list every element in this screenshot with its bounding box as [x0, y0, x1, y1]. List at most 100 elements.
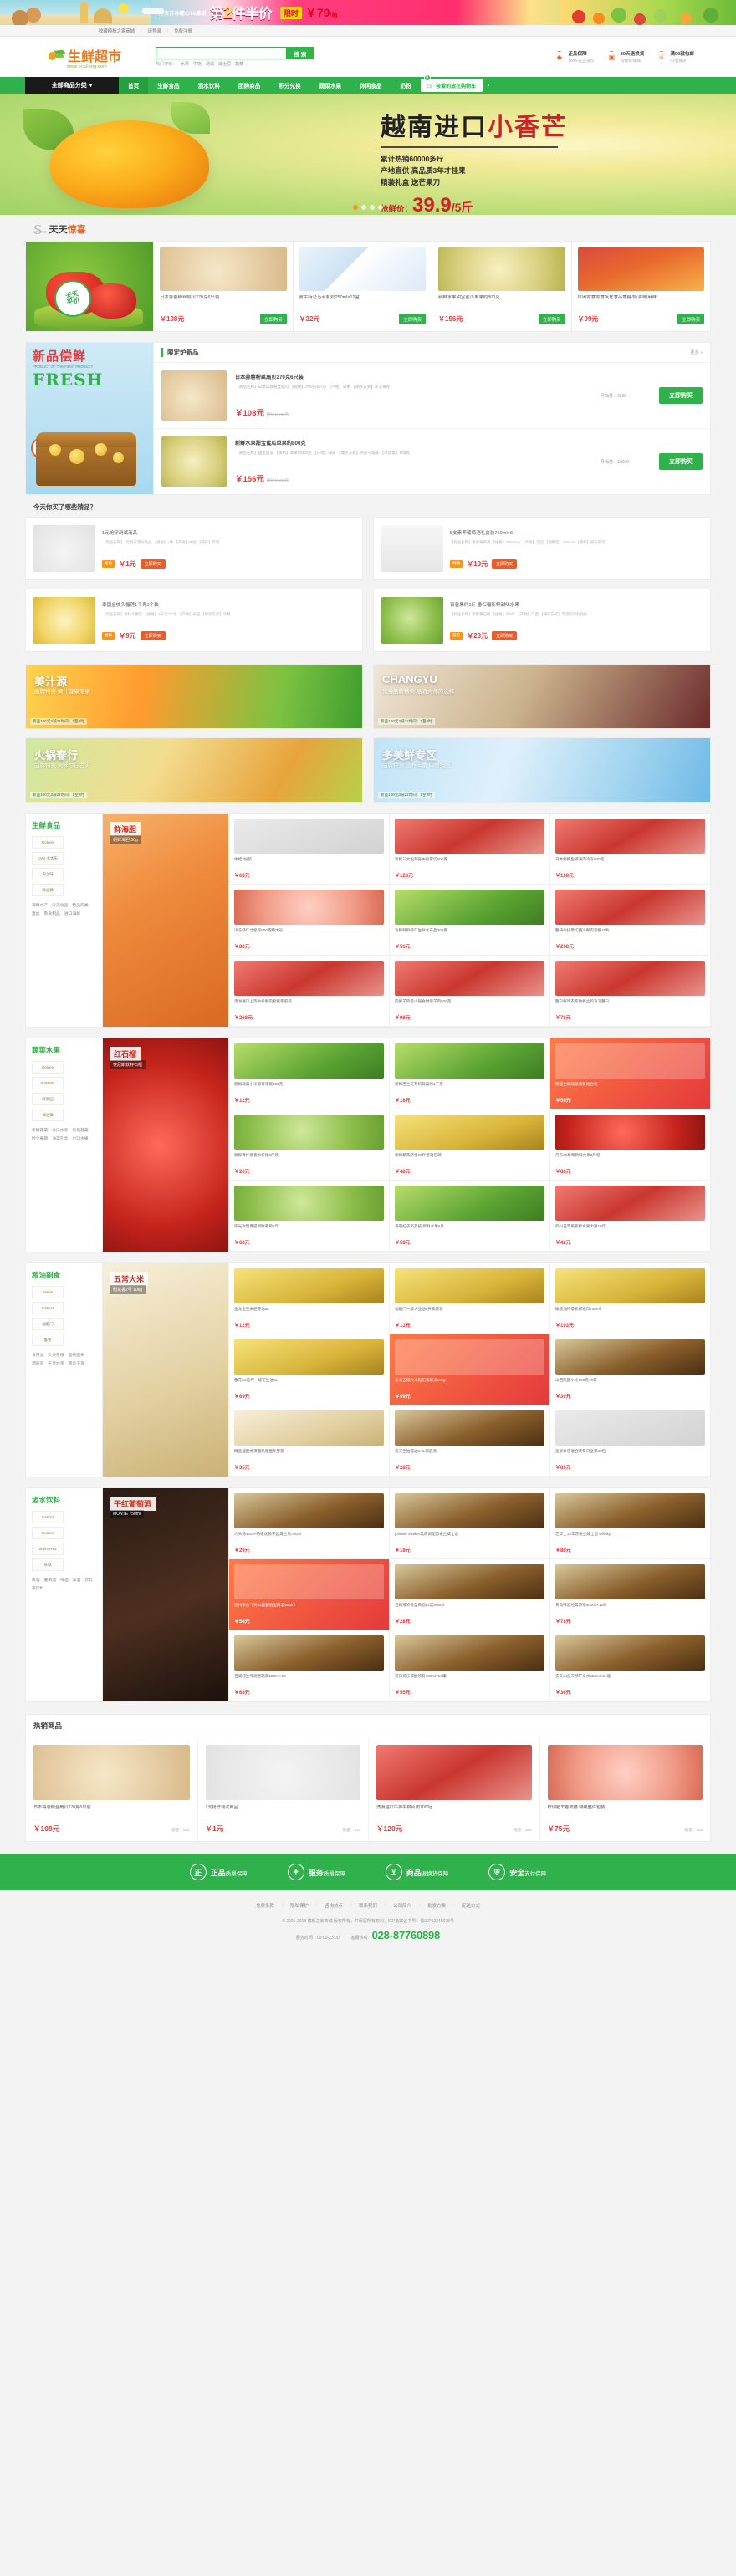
nav-item-vegetables-fruit[interactable]: 蔬菜水果 [310, 77, 350, 94]
category-product-cell[interactable]: 冷鲜鲜鲜虾仁生鲜水产品300克 ￥56元 [389, 885, 549, 956]
surprise-product-cell[interactable]: 日本蒜蓉粉丝扇贝270克6只装 ￥108元 立即购买 [153, 242, 293, 331]
category-link[interactable]: 饮料 [84, 1577, 93, 1583]
brand-logo[interactable]: Instinct [32, 1511, 64, 1523]
category-product-cell[interactable]: 牛蛙2份装 ￥68元 [228, 814, 389, 885]
buy-now-button[interactable]: 立即购买 [538, 314, 565, 324]
new-product-row[interactable]: 新鲜水果甜宝蜜瓜单果约800克 【商品名称】甜宝蜜瓜 【规格】单果约800克 【… [154, 429, 710, 494]
ad-banner-wine[interactable]: CHANGYU 张裕品牌特卖 品酒大师的选择 新品180元3减22时间：1至9时 [373, 664, 711, 729]
category-product-cell[interactable]: 新鲜西兰花有机蔬菜约1千克 ￥18元 [389, 1038, 549, 1109]
ad-banner-dairy[interactable]: 多美鲜专区 品牌特卖 营养丰富 口感细腻 新品100元3减22时间：1至9时 [373, 737, 711, 803]
category-link[interactable]: 食用油 [32, 1352, 43, 1358]
brand-logo[interactable]: 长城 [32, 1558, 64, 1571]
footer-link-6[interactable]: 配送方式 [462, 1902, 480, 1909]
category-link[interactable]: 葡萄酒 [44, 1577, 56, 1583]
new-product-row[interactable]: 日本蒜蓉粉丝扇贝270克6只装 【商品名称】日本蒜蓉粉丝扇贝 【规格】270克/… [154, 363, 710, 429]
brand-logo[interactable]: Prairie [32, 1286, 64, 1298]
category-link[interactable]: 新鲜蔬菜 [32, 1127, 48, 1133]
hot-keyword-4[interactable]: 蔬菜 [235, 61, 243, 67]
hot-product-cell[interactable]: 澳洲进口牛排牛柳片肉1000g ￥120元 销量：398 [368, 1737, 539, 1841]
ad-banner-juice[interactable]: 美汁源 品牌特卖 果汁健康专家 新品150元3减22时间：1至9时 [25, 664, 363, 729]
nav-next-arrow-icon[interactable]: › [483, 77, 494, 94]
category-product-cell[interactable]: 山西陈醋小米500克×3袋 ￥39元 [549, 1334, 710, 1405]
category-product-cell[interactable]: 金龙鱼玉米胚芽油5L ￥12元 [228, 1263, 389, 1334]
category-product-cell[interactable]: 百威纯生啤酒整箱装500ml×12 ￥68元 [228, 1630, 389, 1701]
category-product-cell[interactable]: 鲁花5S压榨一级花生油5L ￥69元 [228, 1334, 389, 1405]
brand-logo[interactable]: Golden [32, 836, 64, 849]
category-hero-image[interactable]: 五常大米 稻花香2号 10kg [103, 1263, 228, 1477]
category-product-cell[interactable]: 整只鲜鸡农家散养土鸡冷冻整只 ￥78元 [549, 956, 710, 1027]
carousel-dot-0[interactable] [353, 205, 358, 210]
category-link[interactable]: 茶饮料 [32, 1585, 43, 1591]
recommend-card[interactable]: 1元抢守测试商品 【商品名称】1元抢守测试商品 【规格】1件 【产地】中国 【储… [25, 517, 363, 580]
search-input[interactable] [156, 47, 286, 59]
footer-link-2[interactable]: 咨询热点 [325, 1902, 343, 1909]
new-products-side-banner[interactable]: 新品偿鲜 PRODUCT OF THE FIRST PRODUCT FRESH … [26, 343, 153, 494]
site-logo[interactable]: 生鲜超市 www.ocailong.com [25, 45, 151, 69]
category-link[interactable]: 南北干货 [69, 1360, 84, 1366]
hot-keyword-2[interactable]: 测试 [206, 61, 214, 67]
surprise-product-cell[interactable]: 蒙牛特仑苏有机奶250ml×12盒 ￥32元 立即购买 [292, 242, 432, 331]
category-link[interactable]: 白酒 [32, 1577, 40, 1583]
category-product-cell[interactable]: 福临门一级大豆油5升家庭装 ￥13元 [389, 1263, 549, 1334]
category-hero-image[interactable]: 红石榴 突尼斯软籽石榴 [103, 1038, 228, 1252]
category-product-cell[interactable]: 可口可乐碳酸饮料330ml×24罐 ￥55元 [389, 1630, 549, 1701]
buy-now-button[interactable]: 立即购买 [659, 453, 703, 470]
hot-keyword-3[interactable]: 威士忌 [218, 61, 231, 67]
category-product-cell[interactable]: 芝华士12年苏格兰威士忌 whisky ￥88元 [549, 1488, 710, 1559]
buy-now-button[interactable]: 立即购买 [659, 387, 703, 404]
recommend-card[interactable]: 泰国金枕头榴莲1千克3个装 【商品名称】金枕头榴莲 【规格】1千克3个装 【产地… [25, 589, 363, 652]
category-product-cell[interactable]: 阳光玫瑰青提新鲜葡萄5斤 ￥68元 [228, 1181, 389, 1252]
cart-button[interactable]: 0 🛒 亲爱的放在购物车 [420, 74, 483, 92]
nav-item-points[interactable]: 积分兑换 [269, 77, 309, 94]
category-link[interactable]: 面粉面条 [69, 1352, 84, 1358]
hot-keyword-1[interactable]: 牛奶 [193, 61, 202, 67]
brand-logo[interactable]: 鲁花 [32, 1334, 64, 1346]
brand-logo[interactable]: 绿之源 [32, 1109, 64, 1121]
brand-logo[interactable]: Golden [32, 1061, 64, 1074]
carousel-dots[interactable] [353, 205, 383, 210]
carousel-dot-2[interactable] [370, 205, 375, 210]
category-product-cell[interactable]: 橄榄油特级初榨进口750ml ￥193元 [549, 1263, 710, 1334]
category-link[interactable]: 大米杂粮 [48, 1352, 64, 1358]
category-product-cell[interactable]: johnnie Walker黑牌调配苏格兰威士忌 ￥18元 [389, 1488, 549, 1559]
category-product-cell[interactable]: 海天生抽酱油1.9L家庭装 ￥28元 [389, 1405, 549, 1477]
category-product-cell[interactable]: 海南妃子笑荔枝 新鲜水果5斤 ￥58元 [389, 1181, 549, 1252]
category-link[interactable]: 进口水果 [52, 1127, 68, 1133]
category-hero-image[interactable]: 干红葡萄酒 MONTE 750ml [103, 1488, 228, 1701]
category-product-cell[interactable]: 青岛啤酒经典原浆500ml×12听 ￥78元 [549, 1559, 710, 1630]
category-product-cell[interactable]: 新鲜赣南脐橙10斤整箱包邮 ￥48元 [389, 1109, 549, 1181]
category-link[interactable]: 有机蔬菜 [72, 1127, 88, 1133]
category-link[interactable]: 净菜礼盒 [52, 1135, 68, 1141]
category-hero-image[interactable]: 鲜海胆 朝鲜海胆 50g [103, 814, 228, 1027]
category-product-cell[interactable]: 四川丑苹果新鲜水果大果10斤 ￥42元 [549, 1181, 710, 1252]
category-product-cell[interactable]: 精品生鲜蔬菜套餐组合装 ￥58元 [549, 1038, 710, 1109]
surprise-hero-image[interactable]: 天天 平价 [26, 242, 153, 331]
footer-link-3[interactable]: 联系我们 [359, 1902, 377, 1909]
hot-keyword-0[interactable]: 水果 [181, 61, 189, 67]
category-product-cell[interactable]: 新鲜青柠檬香水柠檬2斤装 ￥26元 [228, 1109, 389, 1181]
category-product-cell[interactable]: 贵州茅台飞天53度酱香型白酒500ml ￥58元 [228, 1559, 389, 1630]
recommend-card[interactable]: 百香果约5斤 番石榴新鲜甜味水果 【商品名称】新鲜番石榴 【规格】约5斤 【产地… [373, 589, 711, 652]
topbar-link-register[interactable]: 免费注册 [174, 28, 192, 34]
buy-now-button[interactable]: 立即购买 [140, 630, 166, 640]
category-link[interactable]: 时令果蔬 [32, 1135, 48, 1141]
category-link[interactable]: 进口海鲜 [64, 911, 80, 916]
all-categories-button[interactable]: 全部商品分类 ▾ [25, 77, 119, 94]
ad-banner-feast[interactable]: 火锅春行 品牌特卖 美味尽在舌尖 新品100元3减22时间：1至9时 [25, 737, 363, 803]
category-link[interactable]: 出口水果 [72, 1135, 88, 1141]
category-link[interactable]: 蛋类 [32, 911, 40, 916]
brand-logo[interactable]: KVer 太太乐 [32, 852, 64, 865]
carousel-dot-3[interactable] [378, 205, 383, 210]
category-link[interactable]: 调味品 [32, 1360, 43, 1366]
topbar-link-login[interactable]: 请登录 [148, 28, 161, 34]
panel-more-link[interactable]: 更多 » [690, 349, 703, 355]
topbar-link-favorite[interactable]: 收藏模板之家商城 [99, 28, 135, 34]
footer-link-4[interactable]: 公司简介 [393, 1902, 411, 1909]
category-product-cell[interactable]: 丹东99草莓新鲜大果3斤装 ￥88元 [549, 1109, 710, 1181]
category-link[interactable]: 熟食制品 [44, 911, 60, 916]
category-product-cell[interactable]: 新鲜三文鱼刺身中段厚切500克 ￥128元 [389, 814, 549, 885]
category-product-cell[interactable]: 坚果炒货混合装每日坚果30包 ￥89元 [549, 1405, 710, 1477]
surprise-product-cell[interactable]: 新鲜水果甜宝蜜瓜单果约800克 ￥156元 立即购买 [432, 242, 571, 331]
brand-logo[interactable]: Instinct [32, 1302, 64, 1314]
buy-now-button[interactable]: 立即购买 [492, 559, 518, 569]
